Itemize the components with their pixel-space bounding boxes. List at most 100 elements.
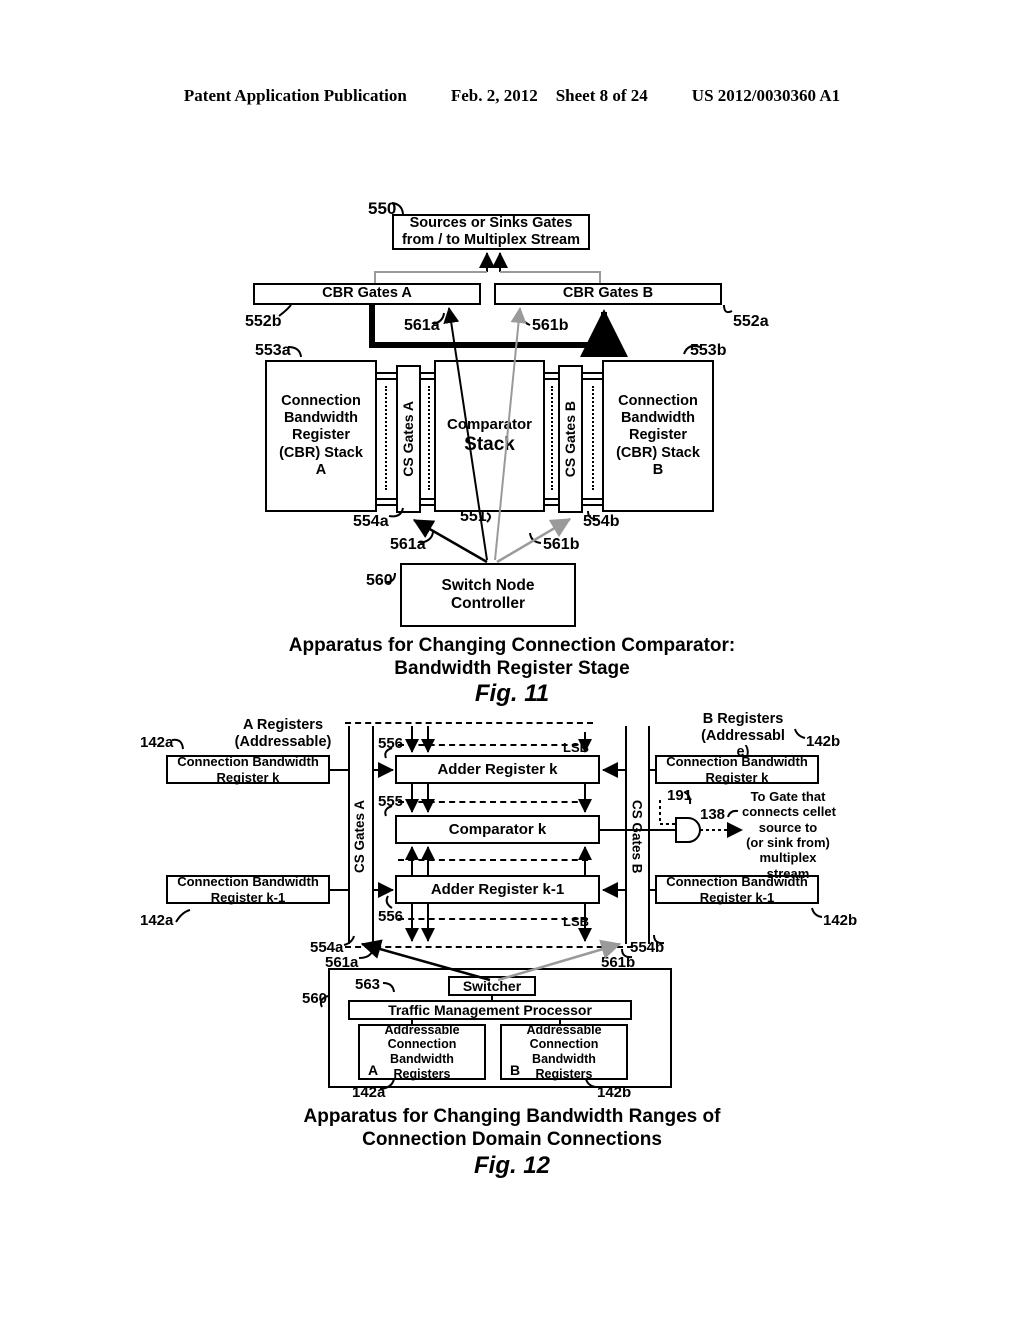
fig11-caption-line2: Bandwidth Register Stage [394, 658, 630, 679]
leader-552a [723, 304, 733, 314]
ref-138: 138 [700, 806, 726, 823]
rail-b2-top-1 [583, 372, 603, 374]
fig11-number: Fig. 11 [474, 680, 550, 707]
cs-gates-b-label: CS Gates B [562, 400, 579, 478]
a-registers-title: A Registers (Addressable) [234, 717, 332, 750]
header-publication: Patent Application Publication [183, 86, 407, 105]
fig12-bottom-bus [345, 946, 633, 948]
dash-rail-4 [398, 918, 588, 920]
cs-gates-a-bus-right [372, 726, 374, 944]
ref-554b: 554b [583, 513, 620, 530]
dash-rail-3 [398, 859, 588, 861]
ref-561b-top: 561b [532, 317, 569, 334]
ref-142b-bot: 142b [823, 912, 858, 929]
right-connection-bandwidth-register-k: Connection Bandwidth Register k [655, 754, 819, 785]
and-gate-191 [675, 817, 701, 843]
ref-553a: 553a [255, 342, 291, 359]
left-connection-bandwidth-register-k-1: Connection Bandwidth Register k-1 [166, 874, 330, 905]
cbr-gates-b-box: CBR Gates B [494, 283, 722, 305]
cs-gates-a-bus-left [348, 726, 350, 944]
rail-a-bot-1 [377, 498, 397, 500]
fig12-top-bus [345, 722, 593, 724]
acbr-a-letter: A [368, 1062, 379, 1078]
dots-b-right [592, 386, 594, 490]
leader-561b-top [519, 312, 531, 326]
dash-rail-1 [398, 744, 588, 746]
ref-561a-bot: 561a [390, 536, 426, 553]
ref-560-fig11: 560 [366, 572, 393, 589]
rail-gatesB-to-sources [500, 271, 601, 283]
leader-142b-bot [811, 907, 823, 918]
ref-142a-acbr: 142a [352, 1084, 386, 1101]
cs-gates-b-bus-left [625, 726, 627, 944]
leader-556-bot [385, 895, 393, 909]
ref-142a-bot: 142a [140, 912, 174, 929]
fig12-caption-line2: Connection Domain Connections [362, 1129, 662, 1150]
rail-a-top-2 [377, 378, 397, 380]
header-sheet: Sheet 8 of 24 [555, 86, 648, 105]
leader-561b-bot [529, 532, 542, 544]
page-header: Patent Application Publication Feb. 2, 20… [0, 86, 1024, 106]
traffic-management-processor-box: Traffic Management Processor [348, 1000, 632, 1020]
ref-552b: 552b [245, 313, 282, 330]
leader-561a-f12 [358, 948, 374, 959]
rail-b1-top-2 [545, 378, 559, 380]
rail-a2-bot-2 [421, 504, 435, 506]
sources-sinks-gates-box: Sources or Sinks Gates from / to Multipl… [392, 214, 590, 250]
header-docnum: US 2012/0030360 A1 [691, 86, 841, 105]
cs-gates-a-column: CS Gates A [396, 365, 421, 513]
switcher-box: Switcher [448, 976, 536, 996]
comparator-k-box: Comparator k [395, 815, 600, 844]
ref-561b-bot: 561b [543, 536, 580, 553]
comparator-stack-line2: Stack [464, 433, 515, 455]
left-connection-bandwidth-register-k: Connection Bandwidth Register k [166, 754, 330, 785]
rail-gatesA-to-sources [374, 271, 487, 283]
leader-138 [727, 809, 739, 818]
ref-556-bottom: 556 [378, 908, 404, 925]
lsb-label-bottom: LSB [563, 914, 589, 929]
patent-figure-page: Patent Application Publication Feb. 2, 20… [0, 0, 1024, 1320]
ref-554a: 554a [353, 513, 389, 530]
lsb-label-top: LSB [563, 740, 589, 755]
rail-a2-top-1 [421, 372, 435, 374]
ref-191: 191 [667, 787, 693, 804]
rail-b2-bot-2 [583, 504, 603, 506]
fig11-caption-line1: Apparatus for Changing Connection Compar… [288, 635, 736, 656]
dash-rail-2 [398, 801, 588, 803]
leader-551 [486, 512, 491, 523]
acbr-b-letter: B [510, 1062, 521, 1078]
header-date: Feb. 2, 2012 [450, 86, 538, 105]
leader-142a-top [171, 738, 184, 750]
ref-551: 551 [460, 508, 487, 525]
cs-gates-b-label-fig12: CS Gates B [629, 800, 645, 874]
rail-b1-top-1 [545, 372, 559, 374]
cbr-gates-a-box: CBR Gates A [253, 283, 481, 305]
cs-gates-a-label: CS Gates A [400, 401, 417, 477]
ref-561a-top: 561a [404, 317, 440, 334]
rail-b2-top-2 [583, 378, 603, 380]
ref-552a: 552a [733, 313, 769, 330]
ref-142a-top: 142a [140, 734, 174, 751]
comparator-stack-line1: Comparator [446, 415, 532, 433]
ref-142b-top: 142b [806, 733, 841, 750]
dots-a-right [428, 386, 430, 490]
cbr-stack-a-box: Connection Bandwidth Register (CBR) Stac… [265, 360, 377, 512]
switch-node-controller-box: Switch Node Controller [400, 563, 576, 627]
rail-a2-top-2 [421, 378, 435, 380]
rail-b1-bot-1 [545, 498, 559, 500]
rail-b1-bot-2 [545, 504, 559, 506]
dots-b-left [551, 386, 553, 490]
ref-556-top: 556 [378, 735, 404, 752]
rail-a-bot-2 [377, 504, 397, 506]
ref-560-fig12: 560 [302, 990, 328, 1007]
ref-553b: 553b [690, 342, 727, 359]
adder-register-k-box: Adder Register k [395, 755, 600, 784]
ref-563: 563 [355, 976, 381, 993]
dots-a-left [385, 386, 387, 490]
fig12-number: Fig. 12 [473, 1152, 551, 1179]
cs-gates-b-bus-right [648, 726, 650, 944]
ref-555: 555 [378, 793, 404, 810]
comparator-stack-box: Comparator Stack [434, 360, 545, 512]
leader-142a-bot [175, 909, 191, 923]
cbr-stack-b-box: Connection Bandwidth Register (CBR) Stac… [602, 360, 714, 512]
